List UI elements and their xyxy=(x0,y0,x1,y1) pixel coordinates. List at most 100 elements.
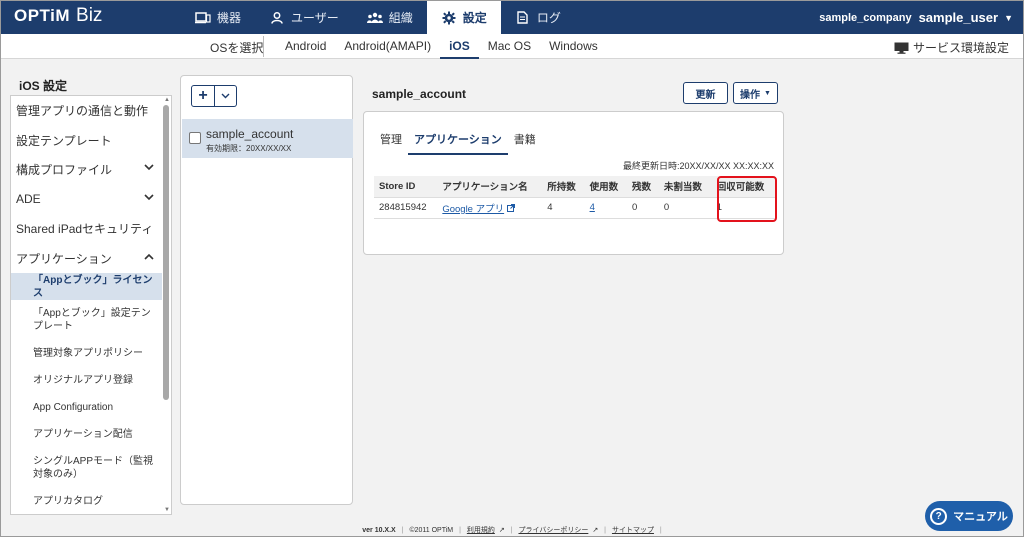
sidebar-sub-managed-app-policy[interactable]: 管理対象アプリポリシー xyxy=(11,340,162,367)
user-name: sample_user xyxy=(918,10,999,25)
cell-recoverable: 1 xyxy=(711,197,775,219)
sidebar-item-label: アプリケーション xyxy=(16,251,112,266)
sidebar-item-shared-ipad[interactable]: Shared iPadセキュリティ xyxy=(11,214,162,244)
terms-link[interactable]: 利用規約 xyxy=(467,527,495,534)
divider: | xyxy=(401,527,404,534)
logo-optim-text: OPTiM xyxy=(14,6,71,25)
sidebar-item-applications[interactable]: アプリケーション xyxy=(11,244,162,274)
sidebar-sub-app-delivery[interactable]: アプリケーション配信 xyxy=(11,421,162,448)
sidebar-item-ade[interactable]: ADE xyxy=(11,185,162,215)
os-tab-macos[interactable]: Mac OS xyxy=(479,34,540,59)
service-env-link[interactable]: サービス環境設定 xyxy=(894,39,1009,56)
sidebar-item-config-profile[interactable]: 構成プロファイル xyxy=(11,155,162,185)
tab-books[interactable]: 書籍 xyxy=(508,128,542,155)
sidebar-sub-vpp-template[interactable]: 「Appとブック」設定テンプレート xyxy=(11,300,162,340)
chevron-up-icon xyxy=(144,252,154,263)
external-link-icon: ↗ xyxy=(498,527,505,534)
os-tab-android[interactable]: Android xyxy=(276,34,335,59)
tab-applications[interactable]: アプリケーション xyxy=(408,128,508,155)
logo-biz-text: Biz xyxy=(76,5,103,26)
nav-users[interactable]: ユーザー xyxy=(255,1,353,34)
account-checkbox[interactable] xyxy=(189,132,201,144)
os-tab-windows[interactable]: Windows xyxy=(540,34,607,59)
account-expiry: 有効期限：20XX/XX/XX xyxy=(206,144,292,153)
table-row: 284815942 Google アプリ 4 4 0 0 1 xyxy=(374,197,775,219)
os-tab-android-amapi[interactable]: Android(AMAPI) xyxy=(335,34,440,59)
divider: | xyxy=(510,527,513,534)
main-nav: 機器 ユーザー 組織 設定 ログ xyxy=(181,1,575,34)
table-header-row: Store ID アプリケーション名 所持数 使用数 残数 未割当数 回収可能数 xyxy=(374,176,775,198)
divider: | xyxy=(459,527,461,534)
col-unassigned: 未割当数 xyxy=(658,176,712,198)
scroll-up-icon[interactable]: ▲ xyxy=(164,97,170,103)
nav-org-label: 組織 xyxy=(388,11,413,25)
nav-devices-label: 機器 xyxy=(217,11,242,25)
add-dropdown-button[interactable] xyxy=(215,85,237,107)
monitor-icon xyxy=(894,42,909,54)
optim-biz-logo[interactable]: OPTiM Biz xyxy=(14,5,102,27)
account-name: sample_account xyxy=(206,127,294,141)
detail-tabs: 管理 アプリケーション 書籍 xyxy=(374,128,542,155)
divider xyxy=(263,36,264,57)
sidebar-sub-single-app-mode[interactable]: シングルAPPモード（監視対象のみ） xyxy=(11,448,162,488)
sidebar-item-app-comm[interactable]: 管理アプリの通信と動作 xyxy=(11,96,162,126)
nav-devices[interactable]: 機器 xyxy=(181,1,255,34)
nav-log-label: ログ xyxy=(536,11,561,25)
sidebar-item-label: Shared iPadセキュリティ xyxy=(16,222,154,237)
sidebar-item-label: ADE xyxy=(16,192,41,207)
nav-org[interactable]: 組織 xyxy=(353,1,427,34)
manual-label: マニュアル xyxy=(953,511,1008,523)
account-detail-card: 管理 アプリケーション 書籍 最終更新日時:20XX/XX/XX XX:XX:X… xyxy=(363,111,784,255)
service-env-label: サービス環境設定 xyxy=(912,41,1009,55)
divider: | xyxy=(604,527,606,534)
external-link-icon[interactable] xyxy=(507,203,516,214)
devices-icon xyxy=(195,11,211,25)
app-name-link[interactable]: Google アプリ xyxy=(442,204,504,215)
nav-log[interactable]: ログ xyxy=(501,1,575,34)
cell-unassigned: 0 xyxy=(658,197,712,219)
used-count-link[interactable]: 4 xyxy=(590,202,595,213)
sidebar-item-templates[interactable]: 設定テンプレート xyxy=(11,126,162,156)
divider: | xyxy=(659,527,662,534)
version-text: ver 10.X.X xyxy=(362,527,396,534)
last-updated: 最終更新日時:20XX/XX/XX XX:XX:XX xyxy=(622,161,774,171)
gear-icon xyxy=(441,11,457,25)
page-title: sample_account xyxy=(372,87,467,101)
footer: ver 10.X.X | ©2011 OPTiM | 利用規約 ↗ | プライバシ… xyxy=(1,525,1023,535)
account-list-item[interactable]: sample_account 有効期限：20XX/XX/XX xyxy=(182,119,353,158)
chevron-down-icon xyxy=(144,163,154,174)
operations-button[interactable]: 操作 ▼ xyxy=(733,82,778,104)
add-account-button[interactable]: + xyxy=(191,85,215,107)
user-menu[interactable]: sample_company sample_user ▼ xyxy=(819,1,1013,34)
sitemap-link[interactable]: サイトマップ xyxy=(612,527,654,534)
manual-button[interactable]: ? マニュアル xyxy=(925,501,1013,531)
refresh-button[interactable]: 更新 xyxy=(683,82,728,104)
sidebar-sub-vpp-license[interactable]: 「Appとブック」ライセンス xyxy=(11,273,162,300)
settings-sidebar: 管理アプリの通信と動作 設定テンプレート 構成プロファイル ADE Shared… xyxy=(10,95,172,515)
sidebar-sub-app-configuration[interactable]: App Configuration xyxy=(11,394,162,421)
sidebar-item-label: 構成プロファイル xyxy=(16,163,113,178)
cell-app-name: Google アプリ xyxy=(437,197,543,219)
cell-store-id: 284815942 xyxy=(374,197,438,219)
copyright-text: ©2011 OPTiM xyxy=(409,527,454,534)
nav-users-label: ユーザー xyxy=(291,11,339,25)
os-selector-bar: OSを選択 Android Android(AMAPI) iOS Mac OS … xyxy=(1,34,1023,59)
col-store-id: Store ID xyxy=(374,176,438,198)
tab-management[interactable]: 管理 xyxy=(374,128,408,155)
col-recoverable: 回収可能数 xyxy=(711,176,775,198)
sidebar-title: iOS 設定 xyxy=(19,79,68,93)
os-tab-ios[interactable]: iOS xyxy=(440,34,479,59)
privacy-link[interactable]: プライバシーポリシー xyxy=(518,527,588,534)
scroll-down-icon[interactable]: ▼ xyxy=(164,507,170,513)
col-owned: 所持数 xyxy=(542,176,585,198)
sidebar-item-label: 管理アプリの通信と動作 xyxy=(16,104,149,119)
nav-settings[interactable]: 設定 xyxy=(426,1,501,34)
chevron-down-icon xyxy=(144,193,154,204)
col-app-name: アプリケーション名 xyxy=(437,176,543,198)
add-account-group: + xyxy=(191,85,237,107)
sidebar-sub-original-app[interactable]: オリジナルアプリ登録 xyxy=(11,367,162,394)
user-icon xyxy=(269,11,285,25)
sidebar-sub-app-catalog[interactable]: アプリカタログ xyxy=(11,488,162,514)
scrollbar-thumb[interactable] xyxy=(163,105,169,400)
col-used: 使用数 xyxy=(584,176,627,198)
